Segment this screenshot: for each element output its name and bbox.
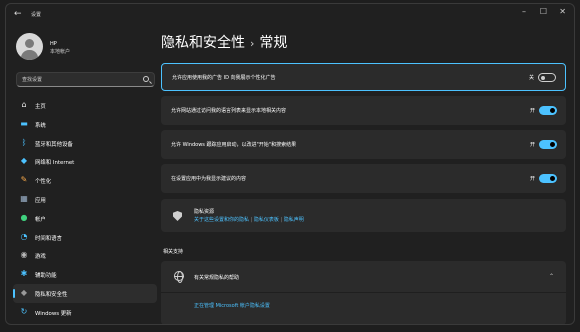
setting-row-language-list[interactable]: 允许网站通过访问我的语言列表来显示本地相关内容 开 <box>161 96 566 125</box>
minimize-button[interactable]: – <box>522 7 526 16</box>
title-bar: ← 设置 – ☐ ✕ <box>6 4 574 26</box>
sidebar-item[interactable]: ▬ 系统 <box>13 115 157 134</box>
apps-icon: ▦ <box>20 193 28 203</box>
sidebar-item-label: 主页 <box>35 104 46 110</box>
settings-window: ← 设置 – ☐ ✕ HP 本地帐户 ⌂ 主页 ▬ 系统 ᛒ 蓝牙和其他设备 ◆ 网络和 In… <box>5 3 575 325</box>
search-input[interactable] <box>22 75 132 85</box>
bluetooth-icon: ᛒ <box>21 137 27 147</box>
sidebar-item-label: 网络和 Internet <box>35 160 75 167</box>
avatar-body <box>21 50 38 60</box>
toggle-state-label: 开 <box>529 142 535 148</box>
sidebar-item[interactable]: ◉ 游戏 <box>13 246 157 265</box>
about-privacy-link[interactable]: 关于这些设置和你的隐私 <box>194 217 249 223</box>
shield-icon: ◆ <box>20 287 28 297</box>
advertising-id-toggle[interactable] <box>538 73 556 82</box>
clock-globe-icon: ◔ <box>20 231 28 241</box>
sidebar-item-label: 隐私和安全性 <box>35 291 68 298</box>
sidebar-item-label: 时间和语言 <box>35 235 62 242</box>
sidebar-item[interactable]: ✱ 辅助功能 <box>13 265 157 284</box>
setting-label: 允许应用使用我的广告 ID 向我展示个性化广告 <box>172 75 276 81</box>
setting-label: 允许网站通过访问我的语言列表来显示本地相关内容 <box>171 108 287 114</box>
close-button[interactable]: ✕ <box>559 7 566 16</box>
home-icon: ⌂ <box>21 100 27 109</box>
setting-label: 在设置应用中为我显示建议的内容 <box>171 176 247 182</box>
sidebar-item-label: Windows 更新 <box>35 310 72 317</box>
sidebar-item-label: 帐户 <box>35 216 46 223</box>
suggested-content-toggle[interactable] <box>539 174 557 183</box>
user-name: HP <box>50 41 57 47</box>
privacy-help-card: 有关常规隐私的帮助 ⌃ 正在管理 Microsoft 帐户隐私设置 <box>161 261 566 324</box>
back-arrow-icon[interactable]: ← <box>14 9 22 19</box>
sidebar-item-label: 蓝牙和其他设备 <box>35 141 73 148</box>
search-icon[interactable] <box>143 76 149 82</box>
link-separator: | <box>280 217 283 223</box>
privacy-resources-links: 关于这些设置和你的隐私 | 隐私仪表板 | 隐私声明 <box>194 216 304 223</box>
chevron-up-icon[interactable]: ⌃ <box>549 273 554 280</box>
shield-icon <box>173 211 182 221</box>
setting-label: 允许 Windows 跟踪应用启动，以改进"开始"和搜索结果 <box>171 142 297 148</box>
globe-icon <box>174 271 184 283</box>
toggle-state-label: 开 <box>529 176 535 182</box>
controller-icon: ◉ <box>20 250 28 260</box>
update-icon: ↻ <box>20 306 28 316</box>
sidebar-item-label: 游戏 <box>35 254 46 261</box>
privacy-statement-link[interactable]: 隐私声明 <box>284 217 304 223</box>
monitor-icon: ▬ <box>20 118 28 128</box>
language-list-toggle[interactable] <box>539 106 557 115</box>
breadcrumb-section[interactable]: 隐私和安全性 <box>161 35 245 51</box>
sidebar-item[interactable]: ◔ 时间和语言 <box>13 228 157 247</box>
accessibility-icon: ✱ <box>20 269 28 279</box>
privacy-dashboard-link[interactable]: 隐私仪表板 <box>254 217 279 223</box>
maximize-button[interactable]: ☐ <box>540 7 547 16</box>
sidebar-item[interactable]: ◆ 隐私和安全性 <box>13 283 157 303</box>
breadcrumb-separator: › <box>250 37 255 50</box>
sidebar-item-label: 应用 <box>35 197 46 204</box>
sidebar-item[interactable]: ◆ 网络和 Internet <box>13 152 157 171</box>
sidebar-item[interactable]: ᛒ 蓝牙和其他设备 <box>13 134 157 153</box>
sidebar-item[interactable]: ✎ 个性化 <box>13 171 157 190</box>
setting-row-advertising-id[interactable]: 允许应用使用我的广告 ID 向我展示个性化广告 关 <box>161 63 566 91</box>
divider <box>161 292 566 293</box>
app-title: 设置 <box>31 12 42 18</box>
sidebar-item-label: 辅助功能 <box>35 273 57 280</box>
sidebar-item[interactable]: ↻ Windows 更新 <box>13 303 157 322</box>
sidebar-nav: ⌂ 主页 ▬ 系统 ᛒ 蓝牙和其他设备 ◆ 网络和 Internet ✎ 个性化 ▦ 应用 ● 帐户 ◔ 时间… <box>13 96 157 322</box>
toggle-state-label: 开 <box>529 108 535 114</box>
help-title[interactable]: 有关常规隐私的帮助 <box>194 274 239 281</box>
page-title: 隐私和安全性 › 常规 <box>161 32 287 52</box>
link-separator: | <box>250 217 253 223</box>
related-support-heading: 相关支持 <box>163 249 184 255</box>
account-type: 本地帐户 <box>50 49 71 55</box>
wifi-icon: ◆ <box>20 156 28 166</box>
account-icon: ● <box>20 212 28 222</box>
app-launch-tracking-toggle[interactable] <box>539 140 557 149</box>
breadcrumb-page: 常规 <box>259 35 288 51</box>
toggle-state-label: 关 <box>528 75 534 81</box>
privacy-resources-title: 隐私资源 <box>194 209 215 215</box>
avatar-head <box>25 39 34 48</box>
sidebar-item[interactable]: ● 帐户 <box>13 209 157 228</box>
sidebar-item[interactable]: ▦ 应用 <box>13 190 157 209</box>
avatar[interactable] <box>16 33 43 60</box>
sidebar-item-label: 系统 <box>35 122 46 129</box>
search-box[interactable] <box>16 72 155 87</box>
sidebar-item[interactable]: ⌂ 主页 <box>13 96 157 115</box>
setting-row-app-launch-tracking[interactable]: 允许 Windows 跟踪应用启动，以改进"开始"和搜索结果 开 <box>161 130 566 159</box>
brush-icon: ✎ <box>20 175 28 185</box>
setting-row-suggested-content[interactable]: 在设置应用中为我显示建议的内容 开 <box>161 164 566 193</box>
privacy-resources-card: 隐私资源 关于这些设置和你的隐私 | 隐私仪表板 | 隐私声明 <box>161 199 566 232</box>
sidebar-item-label: 个性化 <box>35 179 52 186</box>
manage-account-privacy-link[interactable]: 正在管理 Microsoft 帐户隐私设置 <box>194 302 270 309</box>
